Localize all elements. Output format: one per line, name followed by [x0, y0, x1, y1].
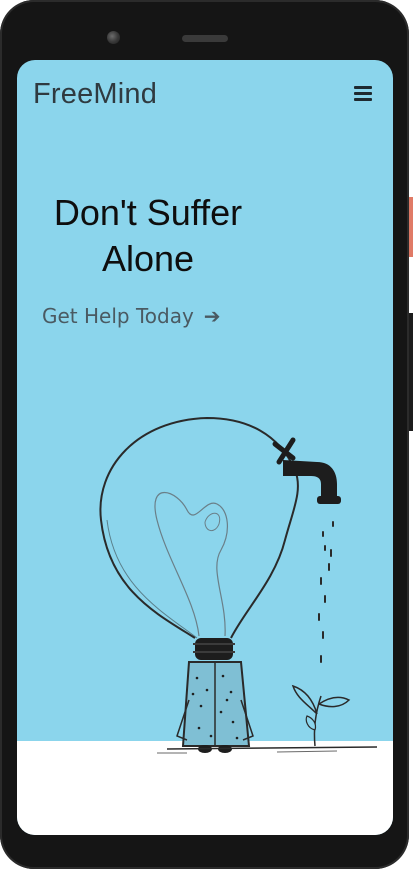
earpiece-speaker [182, 35, 228, 42]
get-help-button[interactable]: Get Help Today ➔ [42, 304, 221, 328]
get-help-label: Get Help Today [42, 304, 194, 328]
front-camera-icon [107, 31, 120, 44]
side-button [409, 197, 413, 257]
app-screen: FreeMind Don't Suffer Alone Get Help Tod… [17, 60, 393, 835]
headline-line-1: Don't Suffer [53, 192, 243, 233]
hero-headline: Don't Suffer Alone [33, 190, 263, 282]
headline-line-2: Alone [101, 238, 195, 279]
arrow-right-icon: ➔ [203, 304, 221, 328]
hamburger-menu-icon[interactable] [352, 84, 374, 102]
brand-logo-text[interactable]: FreeMind [33, 78, 157, 111]
phone-frame: FreeMind Don't Suffer Alone Get Help Tod… [0, 0, 409, 869]
volume-button [409, 313, 413, 431]
lightbulb-with-faucet-watering-plant-icon [99, 416, 378, 754]
